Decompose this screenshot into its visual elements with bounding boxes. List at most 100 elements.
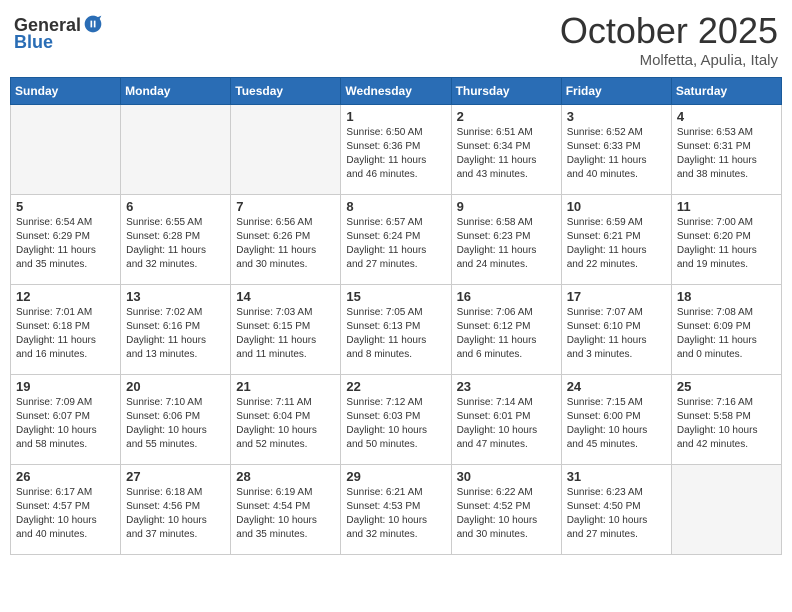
day-info: Sunrise: 7:16 AM Sunset: 5:58 PM Dayligh…: [677, 396, 776, 452]
day-number: 25: [677, 379, 776, 394]
calendar-cell: 5Sunrise: 6:54 AM Sunset: 6:29 PM Daylig…: [11, 195, 121, 285]
logo: General Blue: [14, 14, 103, 53]
day-number: 6: [126, 199, 225, 214]
calendar-cell: [231, 105, 341, 195]
calendar-cell: 7 Sunrise: 6:56 AM Sunset: 6:26 PM Daylig…: [231, 195, 341, 285]
calendar-cell: [11, 105, 121, 195]
day-info: Sunrise: 6:22 AM Sunset: 4:52 PM Dayligh…: [457, 486, 556, 542]
day-number: 23: [457, 379, 556, 394]
weekday-header: Tuesday: [231, 78, 341, 105]
weekday-header: Monday: [121, 78, 231, 105]
day-number: 26: [16, 469, 115, 484]
weekday-header-row: SundayMondayTuesdayWednesdayThursdayFrid…: [11, 78, 782, 105]
calendar-cell: 24 Sunrise: 7:15 AM Sunset: 6:00 PM Dayli…: [561, 375, 671, 465]
calendar-cell: 28 Sunrise: 6:19 AM Sunset: 4:54 PM Dayli…: [231, 465, 341, 555]
month-title: October 2025: [560, 10, 778, 52]
day-info: Sunrise: 6:51 AM Sunset: 6:34 PM Dayligh…: [457, 126, 556, 182]
day-info: Sunrise: 7:05 AM Sunset: 6:13 PM Dayligh…: [346, 306, 445, 362]
calendar-cell: 9 Sunrise: 6:58 AM Sunset: 6:23 PM Daylig…: [451, 195, 561, 285]
day-number: 9: [457, 199, 556, 214]
weekday-header: Saturday: [671, 78, 781, 105]
page-header: General Blue October 2025 Molfetta, Apul…: [10, 10, 782, 69]
calendar-cell: 4Sunrise: 6:53 AM Sunset: 6:31 PM Daylig…: [671, 105, 781, 195]
day-info: Sunrise: 6:50 AM Sunset: 6:36 PM Dayligh…: [346, 126, 445, 182]
weekday-header: Sunday: [11, 78, 121, 105]
calendar-table: SundayMondayTuesdayWednesdayThursdayFrid…: [10, 77, 782, 555]
calendar-cell: 10Sunrise: 6:59 AM Sunset: 6:21 PM Dayli…: [561, 195, 671, 285]
calendar-cell: 15 Sunrise: 7:05 AM Sunset: 6:13 PM Dayli…: [341, 285, 451, 375]
day-info: Sunrise: 7:15 AM Sunset: 6:00 PM Dayligh…: [567, 396, 666, 452]
day-number: 28: [236, 469, 335, 484]
calendar-cell: 31 Sunrise: 6:23 AM Sunset: 4:50 PM Dayli…: [561, 465, 671, 555]
calendar-cell: 30Sunrise: 6:22 AM Sunset: 4:52 PM Dayli…: [451, 465, 561, 555]
calendar-cell: 27 Sunrise: 6:18 AM Sunset: 4:56 PM Dayli…: [121, 465, 231, 555]
day-info: Sunrise: 7:10 AM Sunset: 6:06 PM Dayligh…: [126, 396, 225, 452]
day-number: 12: [16, 289, 115, 304]
day-info: Sunrise: 7:00 AM Sunset: 6:20 PM Dayligh…: [677, 216, 776, 272]
day-info: Sunrise: 7:02 AM Sunset: 6:16 PM Dayligh…: [126, 306, 225, 362]
calendar-cell: 12Sunrise: 7:01 AM Sunset: 6:18 PM Dayli…: [11, 285, 121, 375]
day-number: 19: [16, 379, 115, 394]
calendar-cell: 29Sunrise: 6:21 AM Sunset: 4:53 PM Dayli…: [341, 465, 451, 555]
calendar-cell: 23 Sunrise: 7:14 AM Sunset: 6:01 PM Dayli…: [451, 375, 561, 465]
calendar-cell: 3Sunrise: 6:52 AM Sunset: 6:33 PM Daylig…: [561, 105, 671, 195]
day-number: 3: [567, 109, 666, 124]
calendar-cell: 25 Sunrise: 7:16 AM Sunset: 5:58 PM Dayli…: [671, 375, 781, 465]
calendar-cell: 2 Sunrise: 6:51 AM Sunset: 6:34 PM Daylig…: [451, 105, 561, 195]
day-info: Sunrise: 7:08 AM Sunset: 6:09 PM Dayligh…: [677, 306, 776, 362]
day-info: Sunrise: 7:03 AM Sunset: 6:15 PM Dayligh…: [236, 306, 335, 362]
day-info: Sunrise: 6:23 AM Sunset: 4:50 PM Dayligh…: [567, 486, 666, 542]
week-row: 12Sunrise: 7:01 AM Sunset: 6:18 PM Dayli…: [11, 285, 782, 375]
calendar-cell: 16 Sunrise: 7:06 AM Sunset: 6:12 PM Dayli…: [451, 285, 561, 375]
day-number: 31: [567, 469, 666, 484]
day-info: Sunrise: 6:17 AM Sunset: 4:57 PM Dayligh…: [16, 486, 115, 542]
week-row: 5Sunrise: 6:54 AM Sunset: 6:29 PM Daylig…: [11, 195, 782, 285]
logo-blue: Blue: [14, 32, 53, 53]
day-info: Sunrise: 6:19 AM Sunset: 4:54 PM Dayligh…: [236, 486, 335, 542]
day-number: 15: [346, 289, 445, 304]
day-info: Sunrise: 7:11 AM Sunset: 6:04 PM Dayligh…: [236, 396, 335, 452]
day-number: 13: [126, 289, 225, 304]
day-info: Sunrise: 6:55 AM Sunset: 6:28 PM Dayligh…: [126, 216, 225, 272]
calendar-cell: 14 Sunrise: 7:03 AM Sunset: 6:15 PM Dayli…: [231, 285, 341, 375]
calendar-cell: 18 Sunrise: 7:08 AM Sunset: 6:09 PM Dayli…: [671, 285, 781, 375]
day-number: 27: [126, 469, 225, 484]
day-info: Sunrise: 6:56 AM Sunset: 6:26 PM Dayligh…: [236, 216, 335, 272]
day-number: 8: [346, 199, 445, 214]
week-row: 1Sunrise: 6:50 AM Sunset: 6:36 PM Daylig…: [11, 105, 782, 195]
day-info: Sunrise: 6:58 AM Sunset: 6:23 PM Dayligh…: [457, 216, 556, 272]
day-number: 18: [677, 289, 776, 304]
location-subtitle: Molfetta, Apulia, Italy: [560, 52, 778, 69]
day-number: 2: [457, 109, 556, 124]
day-number: 29: [346, 469, 445, 484]
day-info: Sunrise: 7:09 AM Sunset: 6:07 PM Dayligh…: [16, 396, 115, 452]
day-info: Sunrise: 7:06 AM Sunset: 6:12 PM Dayligh…: [457, 306, 556, 362]
day-number: 14: [236, 289, 335, 304]
day-info: Sunrise: 6:53 AM Sunset: 6:31 PM Dayligh…: [677, 126, 776, 182]
day-info: Sunrise: 6:18 AM Sunset: 4:56 PM Dayligh…: [126, 486, 225, 542]
calendar-cell: [671, 465, 781, 555]
day-number: 7: [236, 199, 335, 214]
day-number: 10: [567, 199, 666, 214]
calendar-cell: 11Sunrise: 7:00 AM Sunset: 6:20 PM Dayli…: [671, 195, 781, 285]
calendar-cell: 26 Sunrise: 6:17 AM Sunset: 4:57 PM Dayli…: [11, 465, 121, 555]
day-number: 24: [567, 379, 666, 394]
logo-icon: [83, 14, 103, 34]
week-row: 19 Sunrise: 7:09 AM Sunset: 6:07 PM Dayli…: [11, 375, 782, 465]
day-info: Sunrise: 6:54 AM Sunset: 6:29 PM Dayligh…: [16, 216, 115, 272]
weekday-header: Wednesday: [341, 78, 451, 105]
week-row: 26 Sunrise: 6:17 AM Sunset: 4:57 PM Dayli…: [11, 465, 782, 555]
calendar-cell: 21 Sunrise: 7:11 AM Sunset: 6:04 PM Dayli…: [231, 375, 341, 465]
day-info: Sunrise: 7:07 AM Sunset: 6:10 PM Dayligh…: [567, 306, 666, 362]
day-info: Sunrise: 6:57 AM Sunset: 6:24 PM Dayligh…: [346, 216, 445, 272]
calendar-cell: [121, 105, 231, 195]
weekday-header: Friday: [561, 78, 671, 105]
day-info: Sunrise: 7:14 AM Sunset: 6:01 PM Dayligh…: [457, 396, 556, 452]
day-number: 21: [236, 379, 335, 394]
day-number: 17: [567, 289, 666, 304]
calendar-cell: 8 Sunrise: 6:57 AM Sunset: 6:24 PM Daylig…: [341, 195, 451, 285]
calendar-cell: 17 Sunrise: 7:07 AM Sunset: 6:10 PM Dayli…: [561, 285, 671, 375]
calendar-cell: 1Sunrise: 6:50 AM Sunset: 6:36 PM Daylig…: [341, 105, 451, 195]
calendar-cell: 19 Sunrise: 7:09 AM Sunset: 6:07 PM Dayli…: [11, 375, 121, 465]
day-number: 16: [457, 289, 556, 304]
